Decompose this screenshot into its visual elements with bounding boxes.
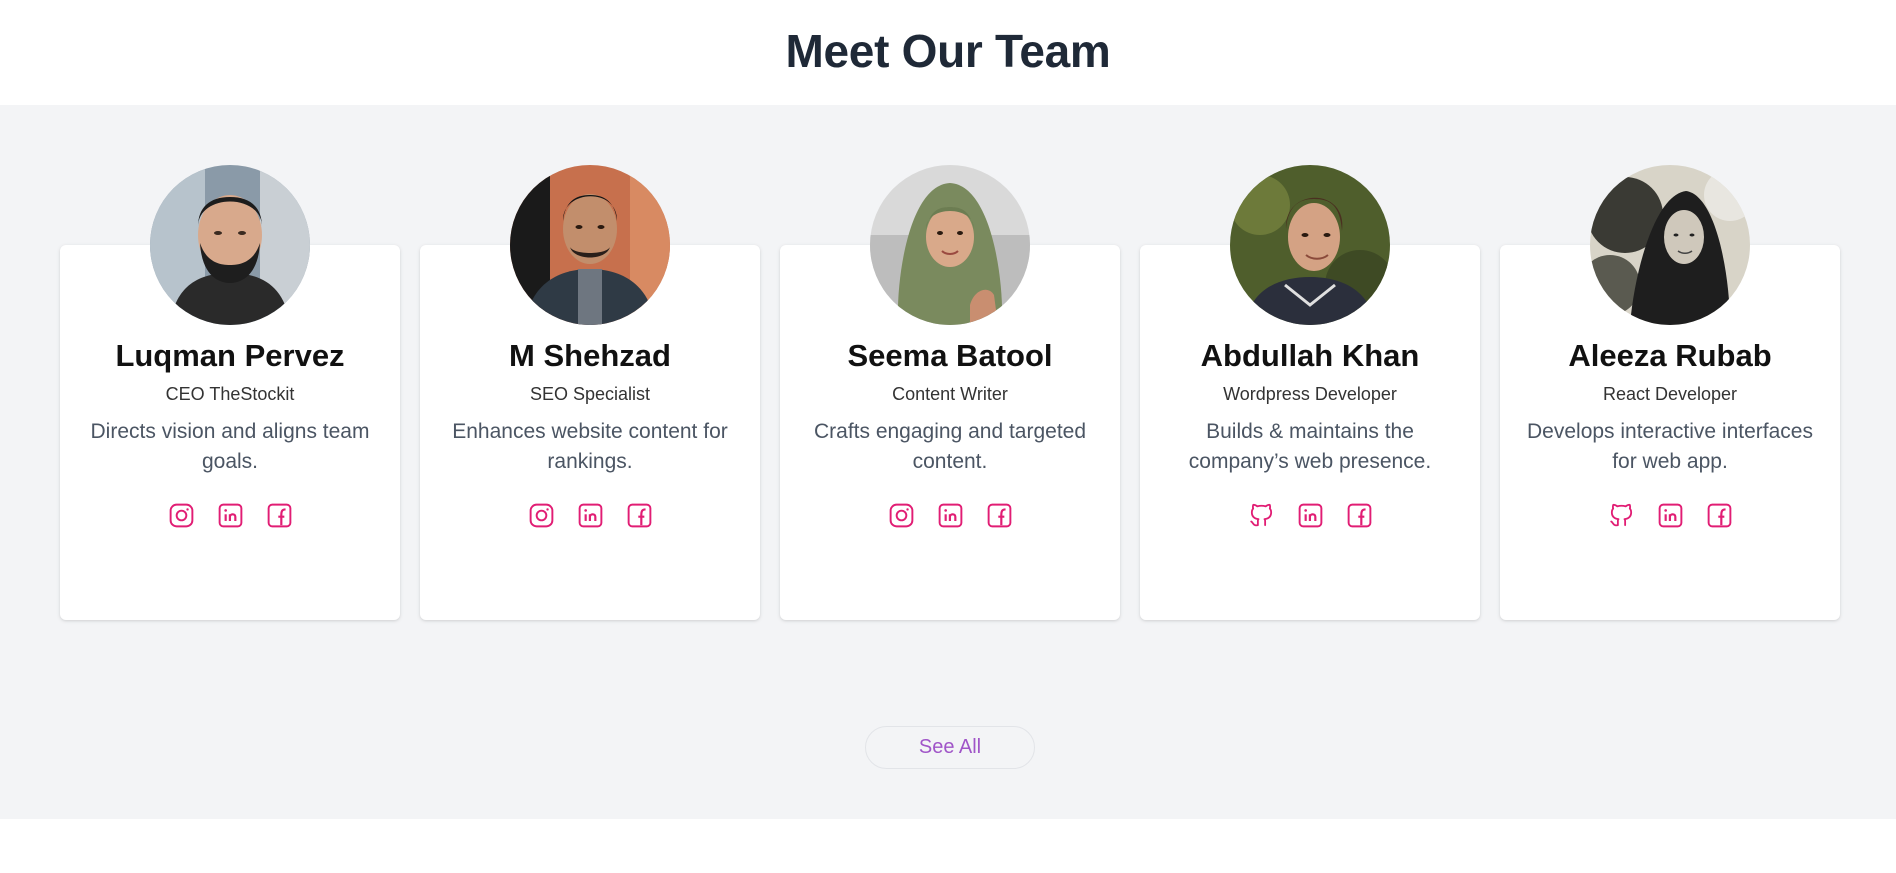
instagram-icon[interactable] [167,501,196,530]
avatar [1230,165,1390,325]
instagram-icon[interactable] [887,501,916,530]
member-role: React Developer [1602,384,1738,404]
member-description: Builds & maintains the company’s web pre… [1188,420,1432,473]
avatar [1590,165,1750,325]
page-header: Meet Our Team [0,0,1896,105]
member-description: Directs vision and aligns team goals. [90,420,370,473]
member-name: Luqman Pervez [115,338,345,373]
github-icon[interactable] [1247,501,1276,530]
member-name: M Shehzad [509,338,671,373]
avatar [870,165,1030,325]
facebook-icon[interactable] [985,501,1014,530]
avatar-photo [150,165,310,325]
linkedin-icon[interactable] [576,501,605,530]
social-links [780,501,1120,530]
member-description: Crafts engaging and targeted content. [813,420,1087,473]
social-links [60,501,400,530]
social-links [420,501,760,530]
avatar-photo [510,165,670,325]
team-section: Luqman Pervez CEO TheStockit Directs vis… [0,105,1896,819]
instagram-icon[interactable] [527,501,556,530]
facebook-icon[interactable] [625,501,654,530]
linkedin-icon[interactable] [216,501,245,530]
social-links [1140,501,1480,530]
avatar-photo [1590,165,1750,325]
member-description: Develops interactive interfaces for web … [1527,420,1813,473]
avatar-photo [1230,165,1390,325]
avatar-photo [870,165,1030,325]
facebook-icon[interactable] [265,501,294,530]
member-description: Enhances website content for rankings. [452,420,728,473]
member-role: SEO Specialist [529,384,651,404]
member-role: Content Writer [892,384,1008,404]
team-card: Luqman Pervez CEO TheStockit Directs vis… [60,165,400,620]
github-icon[interactable] [1607,501,1636,530]
avatar [150,165,310,325]
see-all-button[interactable]: See All [865,726,1035,769]
member-role: CEO TheStockit [165,384,295,404]
linkedin-icon[interactable] [1296,501,1325,530]
member-name: Abdullah Khan [1200,338,1420,373]
team-cards: Luqman Pervez CEO TheStockit Directs vis… [60,165,1840,620]
page-title: Meet Our Team [785,24,1111,77]
member-name: Seema Batool [847,338,1053,373]
team-card: Aleeza Rubab React Developer Develops in… [1500,165,1840,620]
social-links [1500,501,1840,530]
team-card: M Shehzad SEO Specialist Enhances websit… [420,165,760,620]
team-card: Seema Batool Content Writer Crafts engag… [780,165,1120,620]
team-card: Abdullah Khan Wordpress Developer Builds… [1140,165,1480,620]
facebook-icon[interactable] [1705,501,1734,530]
linkedin-icon[interactable] [1656,501,1685,530]
facebook-icon[interactable] [1345,501,1374,530]
member-role: Wordpress Developer [1223,384,1397,404]
linkedin-icon[interactable] [936,501,965,530]
member-name: Aleeza Rubab [1568,338,1772,373]
avatar [510,165,670,325]
